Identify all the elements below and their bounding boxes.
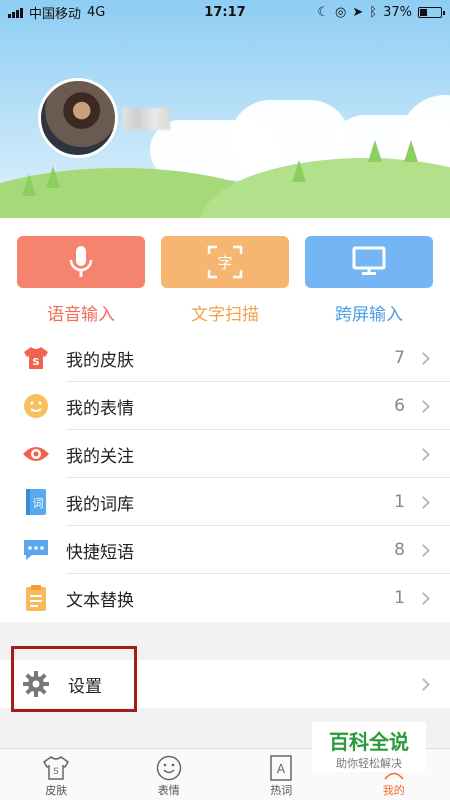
menu-item-count: 1 <box>394 492 405 512</box>
avatar[interactable] <box>38 78 118 158</box>
watermark: 百科全说 助你轻松解决 <box>312 722 426 772</box>
skin-shirt-icon: S <box>43 756 70 780</box>
menu-item-text-replacement[interactable]: 文本替换 1 <box>0 574 450 622</box>
monitor-icon <box>352 246 386 275</box>
tab-label: 表情 <box>157 784 180 797</box>
hot-word-icon: A <box>270 755 292 781</box>
dictionary-icon: 词 <box>22 488 50 516</box>
menu-item-count: 7 <box>394 348 405 368</box>
skin-shirt-icon: S <box>22 344 50 372</box>
chevron-right-icon <box>417 543 430 557</box>
text-scan-button[interactable]: 字 文字扫描 <box>161 236 289 325</box>
menu-item-count: 1 <box>394 588 405 608</box>
menu-item-label: 我的关注 <box>66 446 134 467</box>
tab-skins[interactable]: S 皮肤 <box>0 749 113 800</box>
smiley-icon <box>22 392 50 420</box>
dictionary-glyph: 词 <box>33 497 44 510</box>
clipboard-icon <box>22 584 50 612</box>
cross-screen-input-label: 跨屏输入 <box>335 305 403 325</box>
scan-text-icon: 字 <box>207 245 243 279</box>
svg-text:S: S <box>32 357 39 368</box>
tab-label: 我的 <box>382 784 405 797</box>
voice-input-button[interactable]: 语音输入 <box>17 236 145 325</box>
tab-emoticons[interactable]: 表情 <box>113 749 226 800</box>
menu-list: S 我的皮肤 7 我的表情 6 我的关注 词 我的词库 1 快捷短语 8 文本替… <box>0 334 450 622</box>
battery-icon <box>418 6 445 18</box>
voice-input-label: 语音输入 <box>47 305 115 325</box>
menu-item-count: 8 <box>394 540 405 560</box>
chevron-right-icon <box>417 351 430 365</box>
menu-item-label: 快捷短语 <box>66 542 134 563</box>
menu-item-quick-phrases[interactable]: 快捷短语 8 <box>0 526 450 574</box>
lock-rotation-icon: ◎ <box>335 4 347 20</box>
moon-icon: ☾ <box>317 4 330 20</box>
bluetooth-icon: ᛒ <box>369 4 378 20</box>
tab-label: 热词 <box>270 784 293 797</box>
chevron-right-icon <box>417 591 430 605</box>
svg-text:A: A <box>277 762 286 776</box>
menu-item-label: 我的表情 <box>66 398 134 419</box>
menu-item-dictionary[interactable]: 词 我的词库 1 <box>0 478 450 526</box>
profile-header <box>0 0 450 218</box>
highlight-box <box>11 646 137 712</box>
menu-item-following[interactable]: 我的关注 <box>0 430 450 478</box>
battery-percent: 37% <box>383 4 412 20</box>
scan-glyph: 字 <box>217 254 232 272</box>
chevron-right-icon <box>417 677 430 691</box>
username-blurred <box>122 108 170 130</box>
tab-label: 皮肤 <box>45 784 68 797</box>
cross-screen-input-button[interactable]: 跨屏输入 <box>305 236 433 325</box>
chevron-right-icon <box>417 399 430 413</box>
status-bar: 中国移动 4G 17:17 ☾ ◎ ➤ ᛒ 37% <box>0 0 450 24</box>
smiley-icon <box>156 755 181 781</box>
watermark-title: 百科全说 <box>329 730 409 754</box>
chevron-right-icon <box>417 495 430 509</box>
menu-item-label: 我的词库 <box>66 494 134 515</box>
menu-item-count: 6 <box>394 396 405 416</box>
menu-item-label: 文本替换 <box>66 590 134 611</box>
svg-text:S: S <box>53 767 59 777</box>
menu-item-label: 我的皮肤 <box>66 350 134 371</box>
chevron-right-icon <box>417 447 430 461</box>
menu-item-emoticons[interactable]: 我的表情 6 <box>0 382 450 430</box>
microphone-icon <box>69 246 93 277</box>
text-scan-label: 文字扫描 <box>191 305 259 325</box>
menu-item-skins[interactable]: S 我的皮肤 7 <box>0 334 450 382</box>
chat-bubble-icon <box>22 536 50 564</box>
watermark-subtitle: 助你轻松解决 <box>336 757 402 770</box>
eye-icon <box>22 440 50 468</box>
quick-actions: 语音输入 字 文字扫描 跨屏输入 <box>0 218 450 334</box>
location-icon: ➤ <box>352 4 364 20</box>
